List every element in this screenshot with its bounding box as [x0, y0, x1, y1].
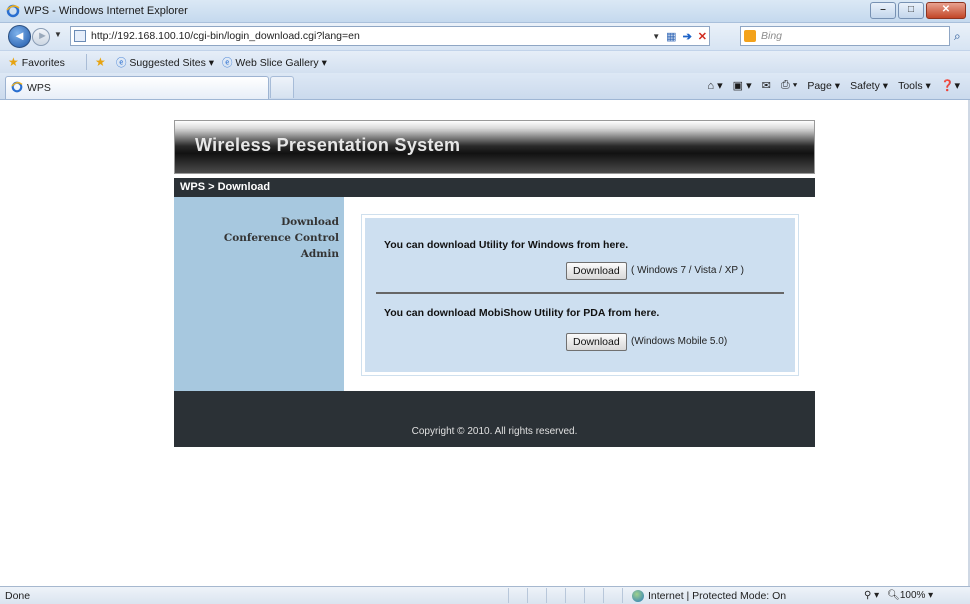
content-area: You can download Utility for Windows fro…: [344, 197, 815, 391]
security-zone[interactable]: Internet | Protected Mode: On: [632, 590, 786, 602]
tools-menu[interactable]: Tools ▾: [898, 80, 931, 92]
new-tab-button[interactable]: [270, 76, 294, 98]
page-banner: Wireless Presentation System: [174, 120, 815, 174]
copyright-text: Copyright © 2010. All rights reserved.: [411, 426, 578, 437]
feeds-icon[interactable]: ▣ ▾: [733, 79, 752, 92]
search-box[interactable]: Bing: [740, 26, 950, 46]
banner-title: Wireless Presentation System: [195, 135, 461, 155]
page-footer: Copyright © 2010. All rights reserved.: [174, 391, 815, 447]
close-button[interactable]: ✕: [926, 2, 966, 19]
tab-wps[interactable]: WPS: [5, 76, 269, 99]
help-icon[interactable]: ❓▾: [941, 79, 960, 92]
stop-icon[interactable]: ✕: [698, 30, 707, 43]
back-button[interactable]: ◄: [8, 25, 31, 48]
security-zone-text: Internet | Protected Mode: On: [648, 590, 787, 602]
sidebar-item-conference-control[interactable]: Conference Control: [174, 230, 339, 246]
window-title: WPS - Windows Internet Explorer: [24, 5, 188, 17]
browser-viewport: Wireless Presentation System WPS > Downl…: [0, 100, 970, 586]
add-favorite-icon[interactable]: ★: [95, 55, 106, 69]
protected-mode-icon[interactable]: ⚲ ▾: [864, 590, 879, 601]
section-divider: [376, 292, 784, 294]
zoom-control[interactable]: 🔍︎100% ▾: [887, 590, 933, 601]
maximize-icon: □: [907, 4, 915, 15]
web-slice-gallery-link[interactable]: ⓔ Web Slice Gallery ▾: [222, 55, 327, 70]
ie-logo-icon: [11, 81, 23, 93]
ie-logo-icon: ⓔ: [116, 57, 127, 69]
sidebar-nav: Download Conference Control Admin: [174, 197, 344, 391]
windows-download-text: You can download Utility for Windows fro…: [384, 239, 629, 251]
globe-icon: [632, 590, 644, 602]
page-menu[interactable]: Page ▾: [807, 80, 840, 92]
address-url[interactable]: http://192.168.100.10/cgi-bin/login_down…: [91, 30, 360, 42]
zoom-level: 100%: [899, 590, 926, 601]
download-pda-button[interactable]: Download: [566, 333, 627, 351]
address-row: ◄ ► ▼ http://192.168.100.10/cgi-bin/logi…: [0, 23, 970, 50]
search-magnifier-icon[interactable]: ⌕: [954, 29, 961, 44]
minimize-button[interactable]: –: [870, 2, 896, 19]
pda-os-note: (Windows Mobile 5.0): [631, 336, 728, 347]
tab-row: WPS ⌂ ▾ ▣ ▾ ✉ ⎙ ▾ Page ▾ Safety ▾ Tools …: [0, 73, 970, 100]
compatibility-view-icon[interactable]: ▦: [666, 30, 676, 43]
print-icon[interactable]: ⎙ ▾: [781, 79, 797, 92]
sidebar-item-admin[interactable]: Admin: [174, 246, 339, 262]
pda-download-text: You can download MobiShow Utility for PD…: [384, 307, 660, 319]
page-icon: ⓔ: [222, 57, 233, 69]
maximize-button[interactable]: □: [898, 2, 924, 19]
tab-label: WPS: [27, 82, 51, 94]
forward-button[interactable]: ►: [32, 28, 50, 46]
command-bar: ⌂ ▾ ▣ ▾ ✉ ⎙ ▾ Page ▾ Safety ▾ Tools ▾ ❓▾: [707, 79, 960, 92]
close-icon: ✕: [941, 4, 951, 15]
sidebar-item-download[interactable]: Download: [174, 214, 339, 230]
favorites-separator: [86, 54, 87, 70]
download-windows-button[interactable]: Download: [566, 262, 627, 280]
download-panel: You can download Utility for Windows fro…: [361, 214, 799, 376]
windows-os-note: ( Windows 7 / Vista / XP ): [631, 265, 745, 276]
favorites-star-icon: ★: [8, 55, 19, 69]
forward-arrow-icon: ►: [37, 30, 48, 42]
search-placeholder[interactable]: Bing: [761, 30, 782, 42]
address-dropdown-icon[interactable]: ▼: [652, 32, 660, 41]
mail-icon[interactable]: ✉: [762, 79, 771, 92]
title-bar: WPS - Windows Internet Explorer – □ ✕: [0, 0, 970, 23]
address-bar[interactable]: http://192.168.100.10/cgi-bin/login_down…: [70, 26, 710, 46]
refresh-icon[interactable]: ➔: [683, 30, 692, 43]
history-dropdown-icon[interactable]: ▼: [54, 30, 62, 39]
home-icon[interactable]: ⌂ ▾: [707, 79, 722, 92]
status-bar: Done Internet | Protected Mode: On ⚲ ▾ 🔍…: [0, 586, 970, 604]
favorites-bar: ★ Favorites ★ ⓔ Suggested Sites ▾ ⓔ Web …: [0, 50, 970, 73]
ie-window: WPS - Windows Internet Explorer – □ ✕ ◄ …: [0, 0, 970, 604]
favorites-button[interactable]: ★ Favorites: [8, 55, 65, 69]
breadcrumb: WPS > Download: [174, 178, 815, 197]
status-text: Done: [5, 590, 31, 602]
page-icon: [74, 30, 86, 42]
safety-menu[interactable]: Safety ▾: [850, 80, 888, 92]
bing-logo-icon: [744, 30, 756, 42]
back-arrow-icon: ◄: [13, 28, 26, 43]
status-cells: [508, 588, 641, 603]
ie-logo-icon: [6, 4, 20, 18]
web-page: Wireless Presentation System WPS > Downl…: [174, 120, 815, 447]
minimize-icon: –: [880, 4, 886, 15]
suggested-sites-link[interactable]: ⓔ Suggested Sites ▾: [116, 55, 214, 70]
